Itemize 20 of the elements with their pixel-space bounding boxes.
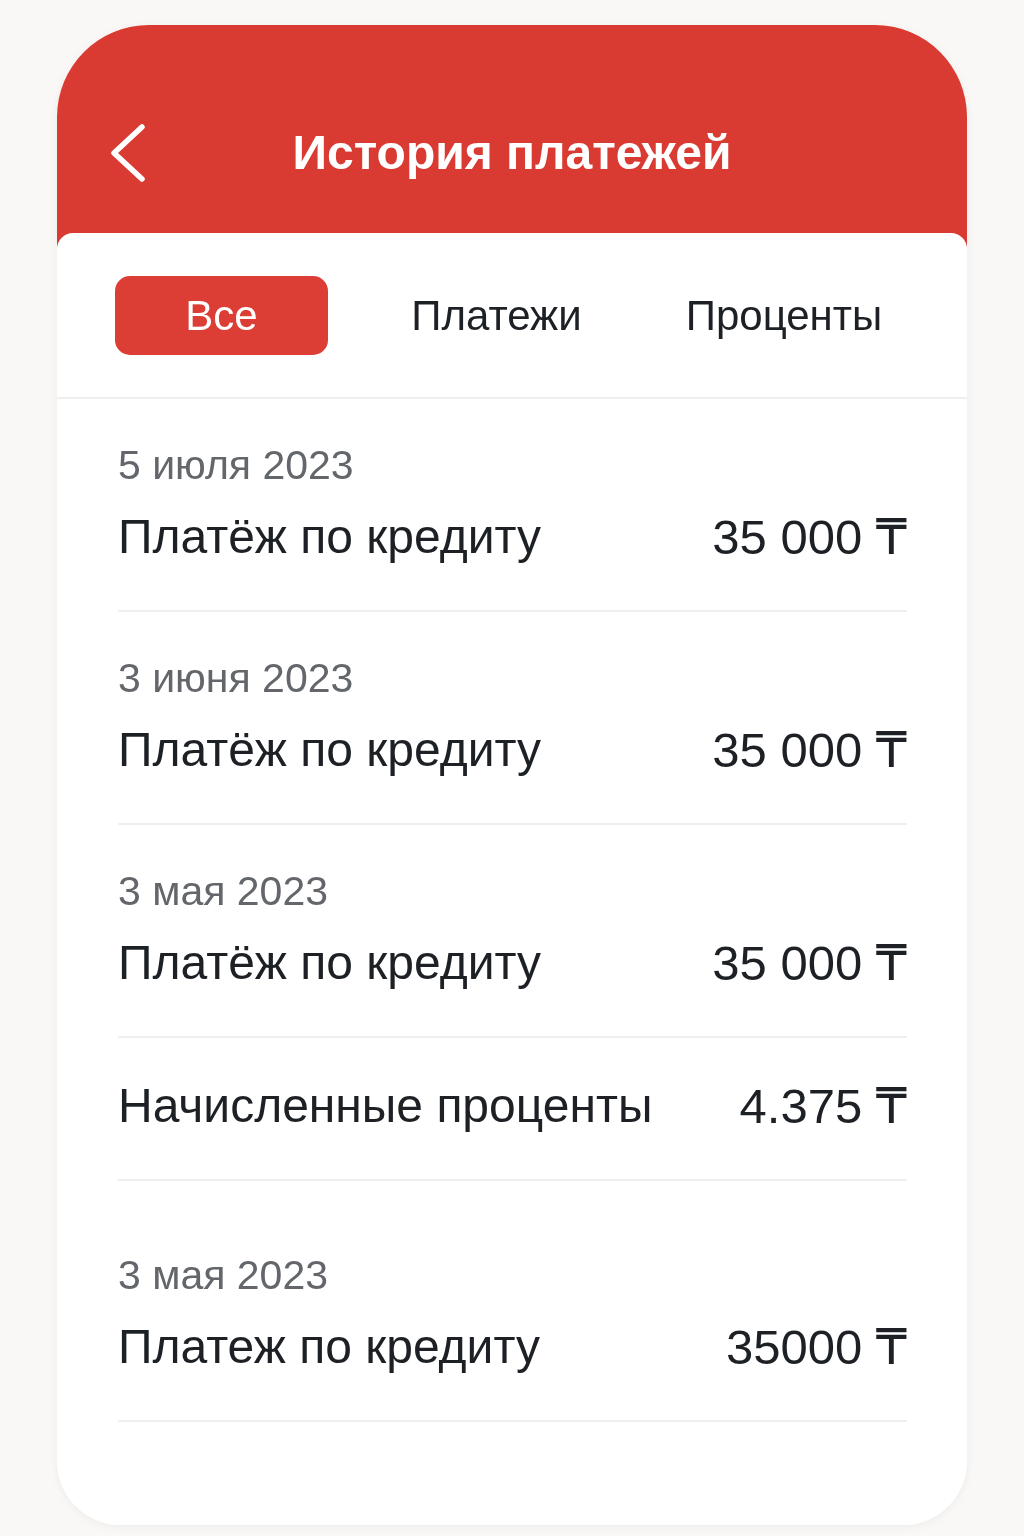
back-button[interactable] <box>110 124 146 182</box>
transaction-title: Платеж по кредиту <box>118 1319 540 1375</box>
transaction-amount: 35 000 ₸ <box>712 935 907 991</box>
filter-tab[interactable]: Платежи <box>390 276 603 355</box>
screen-title: История платежей <box>292 125 732 181</box>
transaction-amount: 35 000 ₸ <box>712 722 907 778</box>
filter-tab[interactable]: Все <box>115 276 328 355</box>
transaction-amount: 35000 ₸ <box>725 1319 907 1375</box>
chevron-left-icon <box>110 124 146 182</box>
transaction-title: Платёж по кредиту <box>118 722 541 778</box>
transaction-date: 3 июня 2023 <box>118 655 355 701</box>
transaction-title: Начисленные проценты <box>118 1078 653 1134</box>
transaction-title: Платёж по кредиту <box>118 935 541 991</box>
transaction-title: Платёж по кредиту <box>118 509 541 565</box>
transaction-date: 5 июля 2023 <box>118 442 355 488</box>
transaction-date: 3 мая 2023 <box>118 1252 329 1298</box>
transaction-amount: 4.375 ₸ <box>739 1078 907 1134</box>
filter-tab[interactable]: Проценты <box>665 276 903 355</box>
transaction-date: 3 мая 2023 <box>118 868 329 914</box>
transaction-amount: 35 000 ₸ <box>712 509 907 565</box>
